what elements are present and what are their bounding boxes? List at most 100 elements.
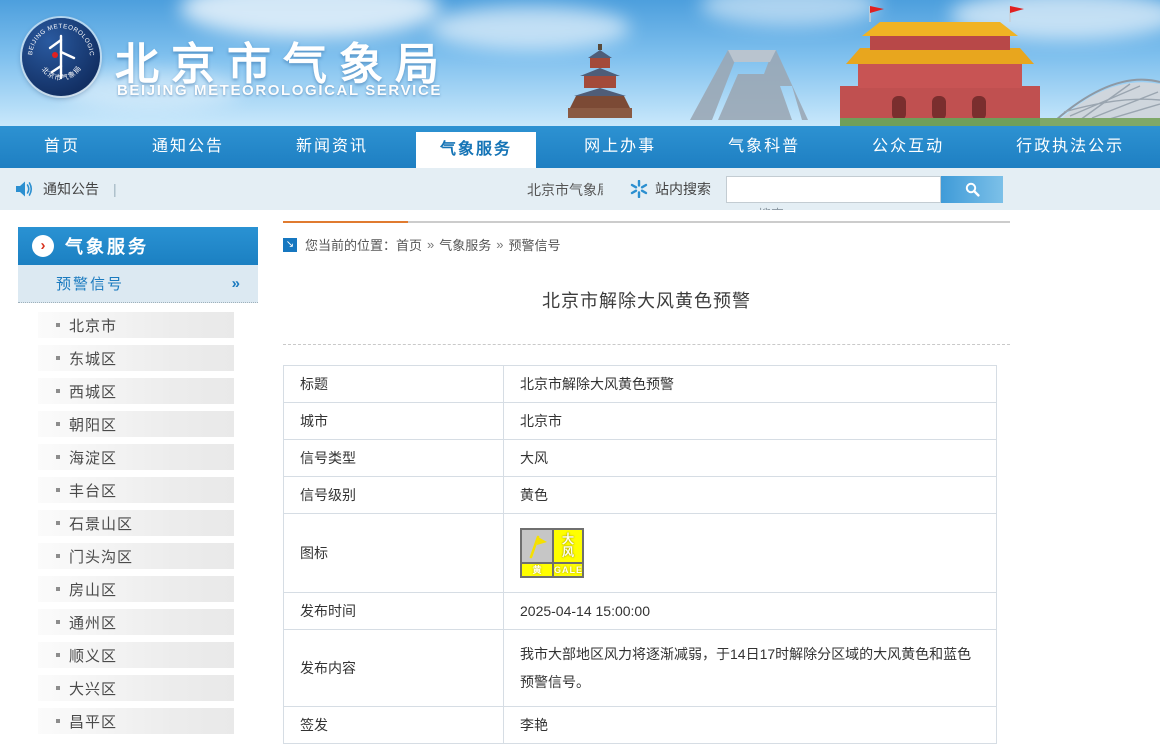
speaker-icon <box>16 181 35 197</box>
row-value: 2025-04-14 15:00:00 <box>504 593 997 630</box>
sidebar-item-changping[interactable]: 昌平区 <box>38 708 234 734</box>
row-label: 城市 <box>284 403 504 440</box>
table-row: 城市 北京市 <box>284 403 997 440</box>
sidebar-item-beijing[interactable]: 北京市 <box>38 312 234 338</box>
sidebar-item-daxing[interactable]: 大兴区 <box>38 675 234 701</box>
nav-item-online-services[interactable]: 网上办事 <box>560 126 680 168</box>
nav-item-science[interactable]: 气象科普 <box>704 126 824 168</box>
table-row: 发布内容 我市大部地区风力将逐渐减弱，于14日17时解除分区域的大风黄色和蓝色预… <box>284 630 997 707</box>
spark-icon <box>630 180 648 198</box>
warning-signals-label: 预警信号 <box>56 273 232 294</box>
breadcrumb-link-home[interactable]: 首页 <box>396 235 422 254</box>
row-label: 信号级别 <box>284 477 504 514</box>
orange-accent-bar <box>283 221 408 223</box>
table-row: 发布时间 2025-04-14 15:00:00 <box>284 593 997 630</box>
sidebar-item-dongcheng[interactable]: 东城区 <box>38 345 234 371</box>
weather-marquee: 北京市气象局 <box>527 180 603 200</box>
nav-item-public-interaction[interactable]: 公众互动 <box>848 126 968 168</box>
gale-yellow-warning-icon: 大 风 黄 GALE <box>520 528 584 578</box>
bullet-icon <box>56 389 60 393</box>
warning-icon-level-text: 黄 <box>522 564 552 576</box>
bullet-icon <box>56 719 60 723</box>
search-input[interactable] <box>726 176 941 203</box>
row-label: 发布内容 <box>284 630 504 707</box>
bullet-icon <box>56 356 60 360</box>
nav-item-weather-services[interactable]: 气象服务 <box>416 132 536 168</box>
sidebar-item-shunyi[interactable]: 顺义区 <box>38 642 234 668</box>
logo[interactable]: BEIJING METEOROLOGICAL SERVICE 北京市气象局 <box>22 18 100 96</box>
sub-bar: 通知公告 | 北京市气象局 站内搜索 搜索 <box>0 168 1160 210</box>
double-chevron-icon: » <box>232 275 240 292</box>
main-content: ↘ 您当前的位置： 首页 » 气象服务 » 预警信号 北京市解除大风黄色预警 标… <box>283 221 1010 744</box>
nav-item-home[interactable]: 首页 <box>20 126 104 168</box>
sidebar-header-label: 气象服务 <box>65 233 149 259</box>
nav-item-law-enforcement[interactable]: 行政执法公示 <box>992 126 1148 168</box>
table-row: 信号类型 大风 <box>284 440 997 477</box>
row-value: 北京市解除大风黄色预警 <box>504 366 997 403</box>
bullet-icon <box>56 521 60 525</box>
sidebar-item-chaoyang[interactable]: 朝阳区 <box>38 411 234 437</box>
svg-text:BEIJING METEOROLOGICAL SERVICE: BEIJING METEOROLOGICAL SERVICE <box>22 18 95 57</box>
breadcrumb-link-warning-signals[interactable]: 预警信号 <box>509 235 561 254</box>
row-label: 信号类型 <box>284 440 504 477</box>
site-subtitle: BEIJING METEOROLOGICAL SERVICE <box>117 82 442 99</box>
bullet-icon <box>56 620 60 624</box>
sidebar-item-shijingshan[interactable]: 石景山区 <box>38 510 234 536</box>
nav-item-notices[interactable]: 通知公告 <box>128 126 248 168</box>
sidebar: › 气象服务 预警信号 » 北京市 东城区 西城区 朝阳区 海淀区 丰台区 石景… <box>18 227 258 741</box>
breadcrumb: ↘ 您当前的位置： 首页 » 气象服务 » 预警信号 <box>283 235 1010 254</box>
wind-flag-icon <box>522 530 552 562</box>
site-header: BEIJING METEOROLOGICAL SERVICE 北京市气象局 北京… <box>0 0 1160 126</box>
sidebar-item-warning-signals[interactable]: 预警信号 » <box>18 265 258 303</box>
main-nav: 首页 通知公告 新闻资讯 气象服务 网上办事 气象科普 公众互动 行政执法公示 <box>0 126 1160 168</box>
sidebar-item-mentougou[interactable]: 门头沟区 <box>38 543 234 569</box>
row-value: 我市大部地区风力将逐渐减弱，于14日17时解除分区域的大风黄色和蓝色预警信号。 <box>504 630 997 707</box>
breadcrumb-separator: » <box>427 237 434 252</box>
red-chevron-icon: › <box>32 235 54 257</box>
birds-nest-stadium-icon <box>1040 80 1160 126</box>
search-button[interactable] <box>941 176 1003 203</box>
bullet-icon <box>56 488 60 492</box>
bullet-icon <box>56 686 60 690</box>
notice-link[interactable]: 通知公告 <box>43 179 99 199</box>
bullet-icon <box>56 653 60 657</box>
breadcrumb-prefix: 您当前的位置： <box>305 235 396 254</box>
page-title: 北京市解除大风黄色预警 <box>283 287 1010 313</box>
district-list: 北京市 东城区 西城区 朝阳区 海淀区 丰台区 石景山区 门头沟区 房山区 通州… <box>18 312 258 734</box>
row-value: 大 风 黄 GALE <box>504 514 997 593</box>
row-value: 黄色 <box>504 477 997 514</box>
divider: | <box>113 181 117 197</box>
beijing-skyline-illustration <box>540 0 1160 126</box>
sidebar-item-fangshan[interactable]: 房山区 <box>38 576 234 602</box>
cctv-tower-icon <box>690 50 808 120</box>
row-value: 李艳 <box>504 707 997 744</box>
row-label: 签发 <box>284 707 504 744</box>
breadcrumb-separator: » <box>496 237 503 252</box>
sidebar-header: › 气象服务 <box>18 227 258 265</box>
sidebar-item-fengtai[interactable]: 丰台区 <box>38 477 234 503</box>
table-row: 标题 北京市解除大风黄色预警 <box>284 366 997 403</box>
site-search-label: 站内搜索 <box>655 179 711 199</box>
bullet-icon <box>56 455 60 459</box>
row-value: 大风 <box>504 440 997 477</box>
location-arrow-icon: ↘ <box>283 238 297 252</box>
logo-ring-text: BEIJING METEOROLOGICAL SERVICE <box>22 18 95 57</box>
dashed-divider <box>283 344 1010 345</box>
content-top-border <box>283 221 1010 223</box>
sidebar-item-tongzhou[interactable]: 通州区 <box>38 609 234 635</box>
sidebar-item-haidian[interactable]: 海淀区 <box>38 444 234 470</box>
tiananmen-icon <box>840 6 1040 126</box>
bullet-icon <box>56 422 60 426</box>
nav-item-news[interactable]: 新闻资讯 <box>272 126 392 168</box>
row-label: 发布时间 <box>284 593 504 630</box>
warning-icon-en-text: GALE <box>554 564 582 576</box>
search-hint-text: 搜索 <box>758 204 784 210</box>
breadcrumb-link-weather-services[interactable]: 气象服务 <box>439 235 491 254</box>
table-row: 图标 大 风 黄 GALE <box>284 514 997 593</box>
warning-detail-table: 标题 北京市解除大风黄色预警 城市 北京市 信号类型 大风 信号级别 黄色 图标 <box>283 365 997 744</box>
sidebar-item-xicheng[interactable]: 西城区 <box>38 378 234 404</box>
bullet-icon <box>56 587 60 591</box>
search-icon <box>965 182 980 197</box>
row-label: 标题 <box>284 366 504 403</box>
bullet-icon <box>56 554 60 558</box>
